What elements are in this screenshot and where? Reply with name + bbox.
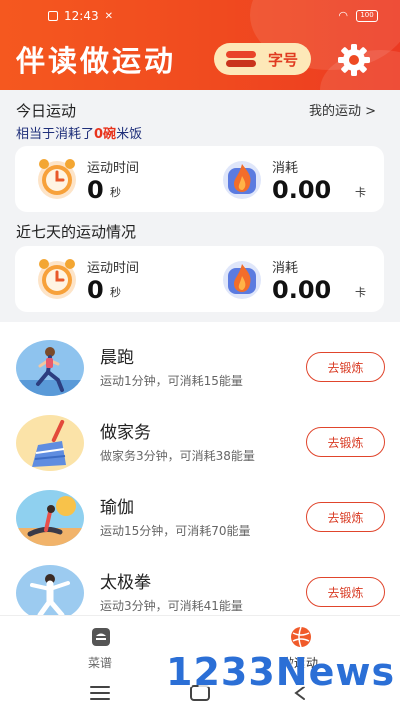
duration-label: 运动时间 — [87, 261, 140, 276]
summary-suffix: 米饭 — [116, 127, 143, 142]
alarm-clock-icon — [38, 259, 76, 299]
go-exercise-button[interactable]: 去锻炼 — [306, 352, 385, 382]
today-calorie-stat: 消耗 0.00 卡 — [200, 146, 384, 212]
exercise-desc: 运动3分钟，可消耗41能量 — [100, 599, 243, 613]
duration-label: 运动时间 — [87, 161, 140, 176]
exercise-list: 晨跑 运动1分钟，可消耗15能量 去锻炼 做家务 做家务3分钟，可消耗38能量 … — [0, 322, 400, 615]
week-calorie-stat: 消耗 0.00 卡 — [200, 246, 384, 312]
duration-value: 0 — [87, 276, 104, 304]
flame-icon — [223, 261, 261, 299]
today-duration-stat: 运动时间 0 秒 — [15, 146, 195, 212]
broom-illustration — [16, 415, 84, 471]
font-size-icon — [226, 50, 256, 68]
summary-prefix: 相当于消耗了 — [16, 127, 95, 142]
font-size-button[interactable]: 字号 — [214, 43, 311, 75]
exercise-name: 做家务 — [100, 423, 151, 443]
exercise-name: 晨跑 — [100, 348, 134, 368]
calorie-value: 0.00 — [272, 176, 332, 204]
page-title: 伴读做运动 — [16, 44, 177, 78]
exercise-item-running[interactable]: 晨跑 运动1分钟，可消耗15能量 去锻炼 — [0, 340, 400, 415]
duration-value: 0 — [87, 176, 104, 204]
go-exercise-button[interactable]: 去锻炼 — [306, 427, 385, 457]
go-exercise-button[interactable]: 去锻炼 — [306, 577, 385, 607]
calorie-summary: 相当于消耗了0碗米饭 — [16, 123, 142, 142]
recipe-book-icon — [92, 628, 110, 646]
tab-recipes[interactable]: 菜谱 — [50, 616, 150, 678]
exercise-item-housework[interactable]: 做家务 做家务3分钟，可消耗38能量 去锻炼 — [0, 415, 400, 490]
running-illustration — [16, 340, 84, 396]
mute-icon: ✕ — [104, 10, 113, 22]
menu-icon[interactable] — [90, 686, 110, 700]
wifi-icon: ◠ — [338, 9, 348, 22]
calorie-unit: 卡 — [355, 286, 366, 299]
watermark: 1233News — [166, 650, 396, 694]
exercise-desc: 运动1分钟，可消耗15能量 — [100, 374, 243, 388]
calorie-value: 0.00 — [272, 276, 332, 304]
exercise-desc: 做家务3分钟，可消耗38能量 — [100, 449, 255, 463]
notification-icon — [48, 11, 58, 21]
battery-indicator: 100 — [356, 9, 378, 22]
duration-unit: 秒 — [110, 286, 121, 299]
exercise-name: 太极拳 — [100, 573, 151, 593]
duration-unit: 秒 — [110, 186, 121, 199]
my-exercise-link[interactable]: 我的运动 > — [309, 100, 376, 119]
flame-icon — [223, 161, 261, 199]
week-stats-card: 运动时间 0 秒 消耗 0.00 卡 — [15, 246, 384, 312]
exercise-name: 瑜伽 — [100, 498, 134, 518]
tab-label: 菜谱 — [87, 656, 112, 670]
taichi-illustration — [16, 565, 84, 615]
yoga-illustration — [16, 490, 84, 546]
ball-icon — [291, 626, 311, 648]
exercise-item-yoga[interactable]: 瑜伽 运动15分钟，可消耗70能量 去锻炼 — [0, 490, 400, 565]
exercise-desc: 运动15分钟，可消耗70能量 — [100, 524, 251, 538]
summary-count: 0碗 — [94, 127, 117, 142]
today-section-title: 今日运动 — [16, 102, 77, 120]
today-stats-card: 运动时间 0 秒 消耗 0.00 卡 — [15, 146, 384, 212]
calorie-label: 消耗 — [272, 161, 299, 176]
week-duration-stat: 运动时间 0 秒 — [15, 246, 195, 312]
status-bar: 12:43 ✕ ◠ 100 — [0, 6, 400, 28]
exercise-item-taichi[interactable]: 太极拳 运动3分钟，可消耗41能量 去锻炼 — [0, 565, 400, 615]
settings-gear-icon[interactable] — [336, 42, 372, 78]
week-section-title: 近七天的运动情况 — [16, 223, 137, 241]
go-exercise-button[interactable]: 去锻炼 — [306, 502, 385, 532]
font-size-label: 字号 — [268, 50, 299, 69]
alarm-clock-icon — [38, 159, 76, 199]
calorie-unit: 卡 — [355, 186, 366, 199]
calorie-label: 消耗 — [272, 261, 299, 276]
status-time: 12:43 — [64, 9, 99, 23]
app-header: 12:43 ✕ ◠ 100 伴读做运动 字号 — [0, 0, 400, 90]
